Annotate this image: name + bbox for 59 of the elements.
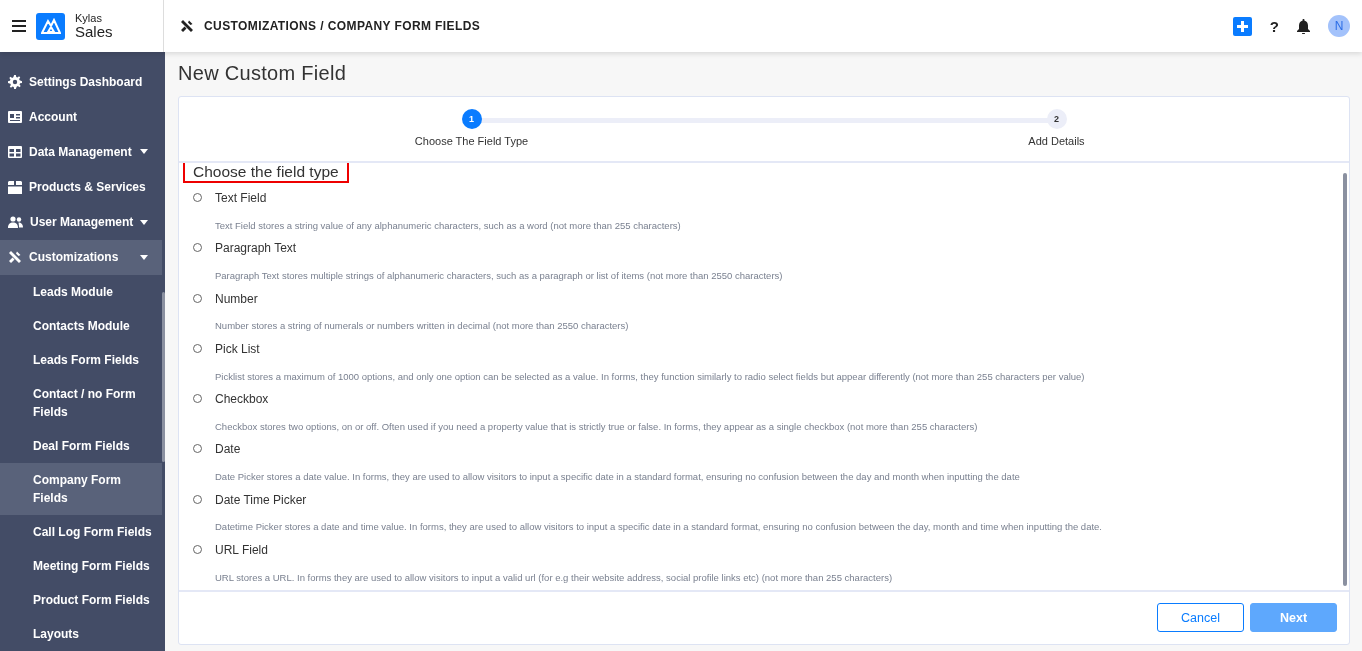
menu-icon[interactable] <box>12 20 26 32</box>
sidebar-item[interactable]: Customizations <box>0 239 163 276</box>
section-title: Choose the field type <box>183 161 349 183</box>
sidebar-item[interactable]: Settings Dashboard <box>0 64 163 100</box>
option-label[interactable]: Checkbox <box>215 392 1327 413</box>
id-card-icon <box>8 110 22 123</box>
sidebar-subitem[interactable]: Company Form Fields <box>0 463 163 516</box>
step-number: 2 <box>1046 109 1067 129</box>
sidebar-subitem[interactable]: Contacts Module <box>0 309 163 344</box>
sidebar-item[interactable]: Products & Services <box>0 169 163 205</box>
option-description: Text Field stores a string value of any alphanumeric characters, such as a word (not more than 255 characters) <box>215 219 682 233</box>
product-name: Sales <box>75 23 113 41</box>
box-icon <box>8 180 22 194</box>
scrollbar[interactable] <box>162 292 165 462</box>
brand-name: Kylas <box>75 11 103 24</box>
cancel-button[interactable]: Cancel <box>1157 603 1244 632</box>
page-title: New Custom Field <box>178 62 348 85</box>
option-label[interactable]: Text Field <box>215 191 1327 212</box>
bell-icon[interactable] <box>1297 18 1310 34</box>
add-icon[interactable] <box>1232 16 1252 36</box>
sidebar-subitem[interactable]: Contact / no Form Fields <box>0 377 163 430</box>
breadcrumb: CUSTOMIZATIONS / COMPANY FORM FIELDS <box>204 19 481 33</box>
option-description: Picklist stores a maximum of 1000 options, and only one option can be selected as a value. In forms, they function similarly to radio select fields but appear differently (not more than 255 characters per value) <box>215 370 1086 384</box>
sidebar-item[interactable]: Data Management <box>0 134 163 170</box>
option-label[interactable]: URL Field <box>215 543 1327 564</box>
option-label[interactable]: Date <box>215 442 1327 464</box>
sidebar-item[interactable]: User Management <box>0 204 163 240</box>
option-description: Date Picker stores a date value. In forms, they are used to allow visitors to input a specific date in a standard format, ensuring no confusion between the day and month when inputting the date <box>215 471 1021 485</box>
sidebar-subitem[interactable]: Product Form Fields <box>0 583 163 618</box>
option-label[interactable]: Pick List <box>215 341 1327 363</box>
sidebar-subitem[interactable]: Leads Module <box>0 275 163 310</box>
sidebar-subitem[interactable]: Deal Form Fields <box>0 429 163 464</box>
caret-icon <box>140 149 149 155</box>
sidebar-subitem[interactable]: Meeting Form Fields <box>0 549 163 584</box>
caret-icon <box>140 254 149 260</box>
caret-icon <box>140 219 149 225</box>
scrollbar[interactable] <box>1343 173 1347 586</box>
option-label[interactable]: Paragraph Text <box>215 241 1327 262</box>
step-label: Add Details <box>1028 135 1085 147</box>
option-description: URL stores a URL. In forms they are used to allow visitors to input a valid url (for e.g their website address, social profile links etc) (not more than 255 characters) <box>215 571 894 585</box>
step-number: 1 <box>461 109 482 129</box>
sidebar-subitem[interactable]: Leads Form Fields <box>0 343 163 378</box>
option-description: Datetime Picker stores a date and time value. In forms, they are used to allow visitors to input a specific date in a standard format, ensuring no confusion between the day, month and time when inputting the date. <box>215 521 1103 535</box>
sidebar-subitem[interactable]: Layouts <box>0 617 163 651</box>
option-label[interactable]: Date Time Picker <box>215 492 1327 514</box>
users-icon <box>8 216 23 229</box>
table-icon <box>8 145 22 158</box>
app-logo[interactable] <box>36 12 65 40</box>
tools-icon <box>180 19 194 33</box>
option-description: Checkbox stores two options, on or off. Often used if you need a property value that is strictly true or false. In forms, they appear as a single checkbox (not more than 255 characters) <box>215 420 979 434</box>
sidebar-item[interactable]: Account <box>0 99 163 135</box>
sidebar-subitem[interactable]: Call Log Form Fields <box>0 515 163 550</box>
step-label: Choose The Field Type <box>414 135 529 147</box>
gear-icon <box>8 74 22 89</box>
option-label[interactable]: Number <box>215 291 1327 313</box>
option-description: Paragraph Text stores multiple strings of alphanumeric characters, such as a paragraph or list of items (not more than 2550 characters) <box>215 269 784 283</box>
tools-icon <box>8 250 22 265</box>
help-button[interactable]: ? <box>1269 17 1279 35</box>
option-description: Number stores a string of numerals or numbers written in decimal (not more than 2550 characters) <box>215 320 630 334</box>
